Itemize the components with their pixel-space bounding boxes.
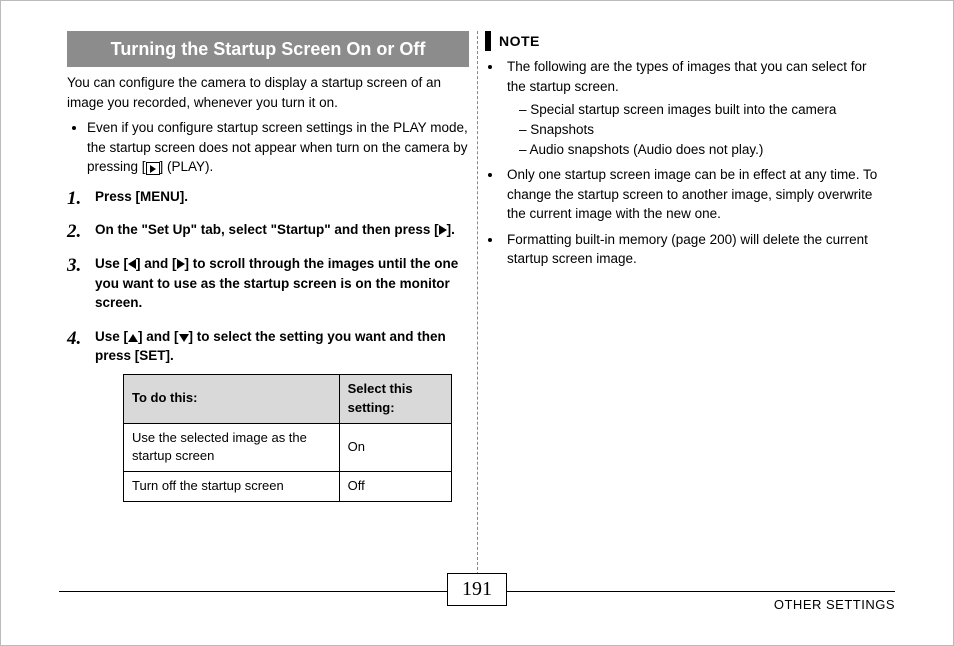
- table-cell: Turn off the startup screen: [124, 472, 340, 502]
- manual-page: Turning the Startup Screen On or Off You…: [0, 0, 954, 646]
- settings-table: To do this: Select this setting: Use the…: [123, 374, 452, 502]
- table-cell: Use the selected image as the startup sc…: [124, 423, 340, 472]
- table-header-2: Select this setting:: [339, 374, 451, 423]
- table-cell: Off: [339, 472, 451, 502]
- play-icon: [146, 162, 160, 175]
- right-column: NOTE The following are the types of imag…: [477, 31, 895, 585]
- step-2: On the "Set Up" tab, select "Startup" an…: [67, 220, 469, 240]
- page-number: 191: [447, 573, 507, 606]
- intro-text: You can configure the camera to display …: [67, 73, 469, 112]
- note-heading: NOTE: [485, 31, 887, 51]
- down-arrow-icon: [179, 334, 189, 342]
- table-row: Use the selected image as the startup sc…: [124, 423, 452, 472]
- note1-text: The following are the types of images th…: [507, 59, 866, 94]
- note1-sub-a: Special startup screen images built into…: [519, 100, 887, 120]
- step3-b: ] and [: [136, 256, 177, 271]
- note-item-2: Only one startup screen image can be in …: [503, 165, 887, 224]
- step2-a: On the "Set Up" tab, select "Startup" an…: [95, 222, 439, 237]
- note-list: The following are the types of images th…: [485, 57, 887, 269]
- note1-sub-b: Snapshots: [519, 120, 887, 140]
- step4-b: ] and [: [138, 329, 179, 344]
- intro-bullet-1: Even if you configure startup screen set…: [87, 118, 469, 177]
- step-3: Use [] and [] to scroll through the imag…: [67, 254, 469, 313]
- section-title: Turning the Startup Screen On or Off: [67, 31, 469, 67]
- table-row: Turn off the startup screen Off: [124, 472, 452, 502]
- step-1: Press [MENU].: [67, 187, 469, 207]
- step4-a: Use [: [95, 329, 128, 344]
- right-arrow-icon: [439, 225, 447, 235]
- note-item-3: Formatting built-in memory (page 200) wi…: [503, 230, 887, 269]
- step2-b: ].: [447, 222, 455, 237]
- intro-bullets: Even if you configure startup screen set…: [67, 118, 469, 177]
- right-arrow-icon: [177, 259, 185, 269]
- note-item-1: The following are the types of images th…: [503, 57, 887, 159]
- table-cell: On: [339, 423, 451, 472]
- footer-section-label: OTHER SETTINGS: [774, 597, 895, 612]
- step3-a: Use [: [95, 256, 128, 271]
- up-arrow-icon: [128, 334, 138, 342]
- note1-sublist: Special startup screen images built into…: [507, 100, 887, 159]
- table-header-1: To do this:: [124, 374, 340, 423]
- page-footer: 191 OTHER SETTINGS: [59, 591, 895, 627]
- left-arrow-icon: [128, 259, 136, 269]
- note1-sub-c: Audio snapshots (Audio does not play.): [519, 140, 887, 160]
- step-4: Use [] and [] to select the setting you …: [67, 327, 469, 502]
- steps-list: Press [MENU]. On the "Set Up" tab, selec…: [67, 187, 469, 502]
- bullet1-text-a: Even if you configure startup screen set…: [87, 120, 468, 174]
- left-column: Turning the Startup Screen On or Off You…: [59, 31, 477, 585]
- table-header-row: To do this: Select this setting:: [124, 374, 452, 423]
- bullet1-text-b: ] (PLAY).: [160, 159, 214, 174]
- column-divider: [477, 31, 478, 585]
